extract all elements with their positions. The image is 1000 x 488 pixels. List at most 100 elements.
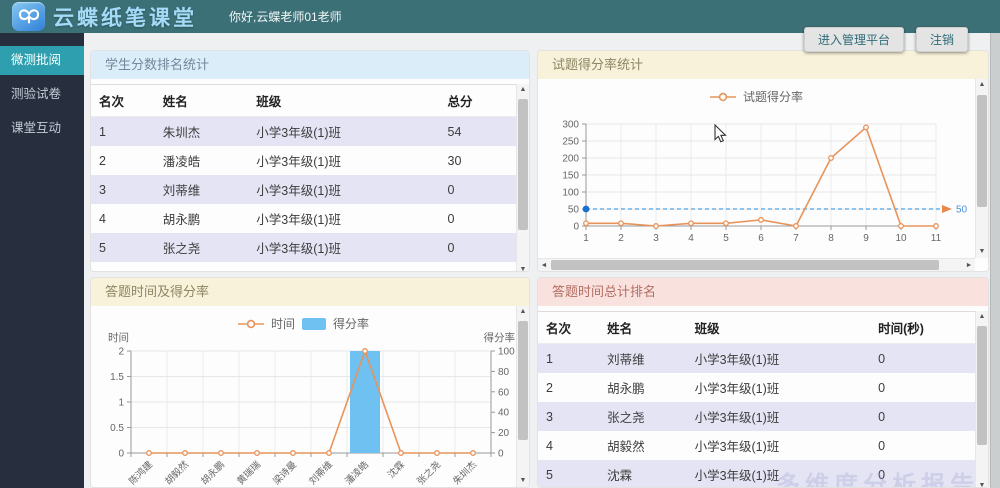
scroll-down-icon[interactable]: ▼: [517, 475, 529, 487]
svg-text:胡毅然: 胡毅然: [162, 458, 191, 487]
score-table-scrollbar[interactable]: ▲ ▼: [516, 84, 529, 272]
scroll-track[interactable]: [550, 259, 963, 271]
svg-text:250: 250: [562, 137, 579, 148]
legend-bar-icon: [302, 318, 326, 330]
table-row: 3张之尧小学3年级(1)班0: [538, 402, 975, 431]
table-header-row: 名次 姓名 班级 总分: [91, 85, 516, 117]
col-time: 时间(秒): [870, 312, 975, 344]
table-row: 2潘凌皓小学3年级(1)班30: [91, 146, 516, 175]
table-row: 6胡毅然小学3年级(1)班0: [91, 262, 516, 272]
table-row: 3刘蒂维小学3年级(1)班0: [91, 175, 516, 204]
col-name: 姓名: [155, 85, 249, 117]
chart-hscrollbar[interactable]: ◄ ►: [538, 258, 975, 271]
svg-text:40: 40: [498, 408, 510, 419]
sidebar: 微测批阅 测验试卷 课堂互动: [0, 33, 84, 488]
svg-text:梁诗曼: 梁诗曼: [270, 458, 299, 487]
scroll-left-icon[interactable]: ◄: [538, 262, 550, 269]
question-rate-chart: 050100150200250300123456789101150: [538, 106, 974, 256]
time-rate-chart: 00.511.52020406080100时间得分率陈鸿建胡毅然胡永鹏黄瑞瑞梁诗…: [91, 329, 517, 487]
svg-text:7: 7: [793, 233, 799, 244]
sidebar-item-class-interaction[interactable]: 课堂互动: [0, 114, 84, 143]
mouse-cursor-icon: [714, 124, 727, 148]
panel-title-question-rate: 试题得分率统计: [538, 51, 988, 79]
svg-text:4: 4: [688, 233, 694, 244]
scroll-up-icon[interactable]: ▲: [517, 306, 529, 318]
chart-legend[interactable]: 试题得分率: [538, 88, 975, 105]
scroll-thumb[interactable]: [551, 260, 939, 270]
scroll-track[interactable]: [517, 96, 529, 264]
app-logo: [12, 2, 45, 31]
dashboard-page: 云蝶纸笔课堂 你好,云蝶老师01老师 进入管理平台 注销 微测批阅 测验试卷 课…: [0, 0, 1000, 488]
svg-text:朱圳杰: 朱圳杰: [450, 458, 479, 487]
scroll-thumb[interactable]: [518, 321, 528, 440]
svg-text:100: 100: [562, 188, 579, 199]
svg-text:10: 10: [895, 233, 907, 244]
svg-text:50: 50: [568, 205, 580, 216]
scroll-down-icon[interactable]: ▼: [976, 480, 988, 488]
svg-text:0: 0: [498, 449, 504, 460]
svg-text:6: 6: [758, 233, 764, 244]
panel-title-time-rate: 答题时间及得分率: [91, 278, 529, 306]
scroll-down-icon[interactable]: ▼: [976, 246, 988, 258]
scroll-up-icon[interactable]: ▲: [976, 311, 988, 323]
chart-vscrollbar[interactable]: ▲ ▼: [516, 306, 529, 487]
scroll-up-icon[interactable]: ▲: [976, 79, 988, 91]
scroll-thumb[interactable]: [977, 326, 987, 445]
svg-text:5: 5: [723, 233, 729, 244]
enter-admin-button[interactable]: 进入管理平台: [804, 27, 904, 52]
page-scrollbar-gutter[interactable]: [990, 33, 1000, 488]
svg-text:80: 80: [498, 367, 510, 378]
col-class: 班级: [248, 85, 439, 117]
svg-text:150: 150: [562, 171, 579, 182]
svg-text:3: 3: [653, 233, 659, 244]
sidebar-item-micro-review[interactable]: 微测批阅: [0, 46, 84, 75]
table-row: 4胡永鹏小学3年级(1)班0: [91, 204, 516, 233]
panel-time-ranking: 答题时间总计排名 名次 姓名 班级 时间(秒) 1刘蒂维小学3年级(1)班02胡…: [537, 277, 989, 488]
butterfly-icon: [17, 7, 41, 27]
svg-text:刘蒂维: 刘蒂维: [306, 458, 335, 487]
logout-button[interactable]: 注销: [916, 27, 968, 52]
question-rate-body: 试题得分率 050100150200250300123456789101150 …: [538, 79, 988, 271]
col-rank: 名次: [91, 85, 155, 117]
scroll-down-icon[interactable]: ▼: [517, 264, 529, 272]
panel-score-ranking: 学生分数排名统计 名次 姓名 班级 总分 1朱圳杰小学3年级(1)班542潘凌皓…: [90, 50, 530, 272]
svg-text:60: 60: [498, 387, 510, 398]
time-ranking-body: 名次 姓名 班级 时间(秒) 1刘蒂维小学3年级(1)班02胡永鹏小学3年级(1…: [538, 311, 988, 488]
svg-text:1: 1: [583, 233, 589, 244]
table-row: 1刘蒂维小学3年级(1)班0: [538, 344, 975, 374]
table-row: 1朱圳杰小学3年级(1)班54: [91, 117, 516, 147]
scroll-track[interactable]: [517, 318, 529, 475]
svg-text:0.5: 0.5: [110, 423, 124, 434]
svg-text:0: 0: [118, 449, 124, 460]
svg-text:2: 2: [118, 347, 124, 358]
svg-text:300: 300: [562, 120, 579, 131]
scroll-thumb[interactable]: [518, 99, 528, 230]
table-row: 5张之尧小学3年级(1)班0: [91, 233, 516, 262]
chart-vscrollbar[interactable]: ▲ ▼: [975, 79, 988, 258]
svg-text:1: 1: [118, 398, 124, 409]
svg-text:8: 8: [828, 233, 834, 244]
scroll-up-icon[interactable]: ▲: [517, 84, 529, 96]
svg-text:沈霖: 沈霖: [385, 458, 407, 480]
table-row: 5沈霖小学3年级(1)班0: [538, 460, 975, 488]
svg-text:张之尧: 张之尧: [414, 459, 443, 487]
svg-text:20: 20: [498, 428, 510, 439]
app-title: 云蝶纸笔课堂: [53, 2, 197, 32]
table-row: 4胡毅然小学3年级(1)班0: [538, 431, 975, 460]
scroll-track[interactable]: [976, 91, 988, 246]
scroll-thumb[interactable]: [977, 95, 987, 207]
legend-line-icon: [710, 92, 736, 102]
table-row: 2胡永鹏小学3年级(1)班0: [538, 373, 975, 402]
svg-text:200: 200: [562, 154, 579, 165]
scroll-track[interactable]: [976, 323, 988, 480]
top-buttons: 进入管理平台 注销: [804, 27, 968, 52]
col-total: 总分: [440, 85, 517, 117]
user-greeting: 你好,云蝶老师01老师: [229, 8, 342, 25]
time-table-scrollbar[interactable]: ▲ ▼: [975, 311, 988, 488]
svg-text:0: 0: [573, 222, 579, 233]
scroll-right-icon[interactable]: ►: [963, 262, 975, 269]
legend-line-icon: [238, 319, 264, 329]
table-header-row: 名次 姓名 班级 时间(秒): [538, 312, 975, 344]
sidebar-item-test-paper[interactable]: 测验试卷: [0, 80, 84, 109]
svg-text:50: 50: [956, 205, 968, 216]
